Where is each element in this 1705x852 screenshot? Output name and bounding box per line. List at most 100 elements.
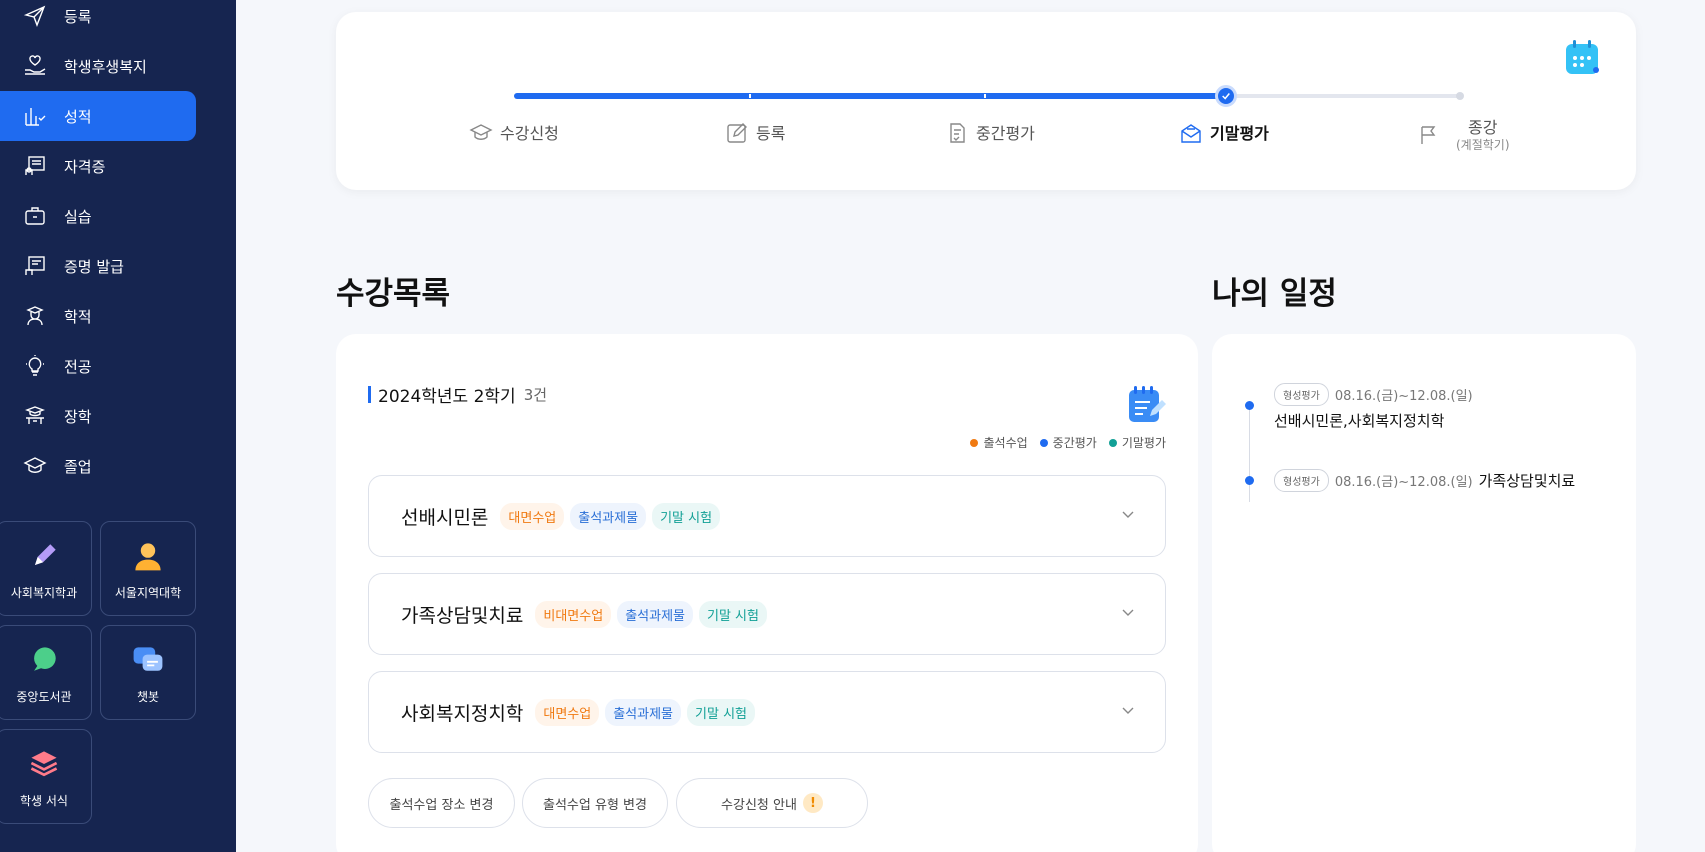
sidebar-item-scholarship[interactable]: 장학: [0, 391, 196, 441]
notepad-icon[interactable]: [1126, 384, 1166, 424]
sidebar: 등록 학생후생복지 성적 자격증 실습 증명 발급 학적 전공 장학 졸업 사회…: [0, 0, 236, 852]
change-attendance-place-button[interactable]: 출석수업 장소 변경: [368, 778, 515, 828]
tile-label: 중앙도서관: [16, 690, 72, 704]
step-label-group: 종강 (계절학기): [1456, 114, 1510, 152]
guide-label: 수강신청 안내: [721, 797, 797, 813]
sidebar-item-academic[interactable]: 학적: [0, 291, 196, 341]
course-row[interactable]: 사회복지정치학 대면수업 출석과제물 기말 시험: [368, 671, 1166, 753]
progress-tick: [984, 94, 986, 98]
sidebar-item-label: 전공: [64, 357, 92, 376]
tile-label: 사회복지학과: [10, 586, 78, 600]
course-count: 3건: [523, 386, 548, 404]
timeline-dot: [1245, 476, 1254, 485]
schedule-title: 나의 일정: [1212, 276, 1337, 312]
sidebar-item-label: 학적: [64, 307, 92, 326]
chevron-down-icon[interactable]: [1121, 508, 1135, 522]
course-legend: 출석수업 중간평가 기말평가: [958, 434, 1166, 451]
scholarship-icon: [22, 403, 48, 429]
sidebar-item-welfare[interactable]: 학생후생복지: [0, 41, 196, 91]
schedule-item-header: 형성평가 08.16.(금)~12.08.(일) 가족상담및치료: [1274, 469, 1575, 492]
course-list-title: 수강목록: [336, 276, 451, 312]
course-badge: 대면수업: [535, 698, 600, 726]
step-term-end: 종강 (계절학기): [1416, 114, 1510, 152]
checklist-icon: [944, 120, 970, 146]
semester-accent-bar: [368, 386, 371, 403]
legend-dot: [1108, 438, 1117, 447]
sidebar-item-certificate[interactable]: 자격증: [0, 141, 196, 191]
sidebar-item-label: 증명 발급: [64, 257, 124, 276]
tile-chatbot[interactable]: 챗봇: [100, 625, 196, 720]
tile-label: 학생 서식: [20, 794, 68, 808]
step-final: 기말평가: [1178, 120, 1269, 146]
course-row[interactable]: 가족상담및치료 비대면수업 출석과제물 기말 시험: [368, 573, 1166, 655]
tile-seoul-campus[interactable]: 서울지역대학: [100, 521, 196, 616]
chatbot-icon: [128, 640, 168, 680]
semester-label: 2024학년도 2학기: [378, 387, 516, 407]
step-label: 수강신청: [500, 124, 559, 143]
course-name: 가족상담및치료: [401, 604, 524, 627]
hand-heart-icon: [22, 53, 48, 79]
schedule-item-header: 형성평가 08.16.(금)~12.08.(일): [1274, 383, 1479, 406]
sidebar-item-label: 성적: [64, 107, 92, 126]
course-badge: 출석과제물: [617, 600, 693, 628]
semester-progress-card: 수강신청 등록 중간평가 기말평가 종강 (계절학기): [336, 12, 1636, 190]
schedule-tag: 형성평가: [1274, 469, 1329, 492]
sidebar-item-practice[interactable]: 실습: [0, 191, 196, 241]
step-label: 기말평가: [1210, 124, 1269, 143]
sidebar-item-label: 등록: [64, 7, 92, 26]
chevron-down-icon[interactable]: [1121, 704, 1135, 718]
change-attendance-type-button[interactable]: 출석수업 유형 변경: [522, 778, 668, 828]
pencil-icon: [24, 536, 64, 576]
sidebar-item-major[interactable]: 전공: [0, 341, 196, 391]
sidebar-item-grades[interactable]: 성적: [0, 91, 196, 141]
tile-library[interactable]: 중앙도서관: [0, 625, 92, 720]
course-badge: 기말 시험: [699, 600, 767, 628]
registration-guide-button[interactable]: 수강신청 안내 !: [676, 778, 868, 828]
chat-bubble-icon: [24, 640, 64, 680]
legend-dot: [1039, 438, 1048, 447]
sidebar-item-certificate-issue[interactable]: 증명 발급: [0, 241, 196, 291]
lightbulb-icon: [22, 353, 48, 379]
step-course-registration: 수강신청: [468, 120, 559, 146]
step-midterm: 중간평가: [944, 120, 1035, 146]
course-list-card: 2024학년도 2학기 3건 출석수업 중간평가 기말평가 선배시민론 대면수업…: [336, 334, 1198, 852]
tile-student-forms[interactable]: 학생 서식: [0, 729, 92, 824]
sidebar-item-label: 실습: [64, 207, 92, 226]
course-badge: 기말 시험: [687, 698, 756, 726]
progress-track-fill: [514, 93, 1226, 99]
course-badge: 비대면수업: [535, 600, 612, 628]
course-row[interactable]: 선배시민론 대면수업 출석과제물 기말 시험: [368, 475, 1166, 557]
sidebar-item-label: 장학: [64, 407, 92, 426]
step-label: 등록: [756, 124, 786, 143]
step-label: 중간평가: [976, 124, 1035, 143]
schedule-title[interactable]: 가족상담및치료: [1479, 470, 1576, 491]
current-step-check-icon: [1215, 85, 1237, 107]
sidebar-item-graduation[interactable]: 졸업: [0, 441, 196, 491]
schedule-title[interactable]: 선배시민론,사회복지정치학: [1274, 410, 1444, 431]
chevron-down-icon[interactable]: [1121, 606, 1135, 620]
progress-end-dot: [1456, 92, 1464, 100]
legend-label: 중간평가: [1052, 436, 1097, 450]
course-badge: 기말 시험: [652, 502, 721, 530]
paper-plane-icon: [22, 3, 48, 29]
grade-chart-icon: [22, 103, 48, 129]
tile-social-welfare[interactable]: 사회복지학과: [0, 521, 92, 616]
progress-tick: [749, 94, 751, 98]
student-icon: [22, 303, 48, 329]
sidebar-item-label: 졸업: [64, 457, 92, 476]
course-badge: 출석과제물: [570, 502, 647, 530]
legend-item: 출석수업: [970, 434, 1028, 451]
warning-icon: !: [802, 793, 823, 813]
person-icon: [128, 536, 168, 576]
legend-label: 출석수업: [983, 436, 1028, 450]
calendar-icon[interactable]: [1564, 38, 1602, 76]
timeline-line: [1249, 404, 1250, 502]
schedule-date: 08.16.(금)~12.08.(일): [1334, 475, 1473, 490]
timeline-dot: [1245, 401, 1254, 410]
sidebar-item-label: 학생후생복지: [64, 57, 147, 76]
sidebar-item-registration[interactable]: 등록: [0, 0, 196, 41]
legend-dot: [970, 438, 979, 447]
tile-label: 챗봇: [136, 690, 160, 704]
flag-icon: [1416, 122, 1442, 148]
briefcase-icon: [22, 203, 48, 229]
